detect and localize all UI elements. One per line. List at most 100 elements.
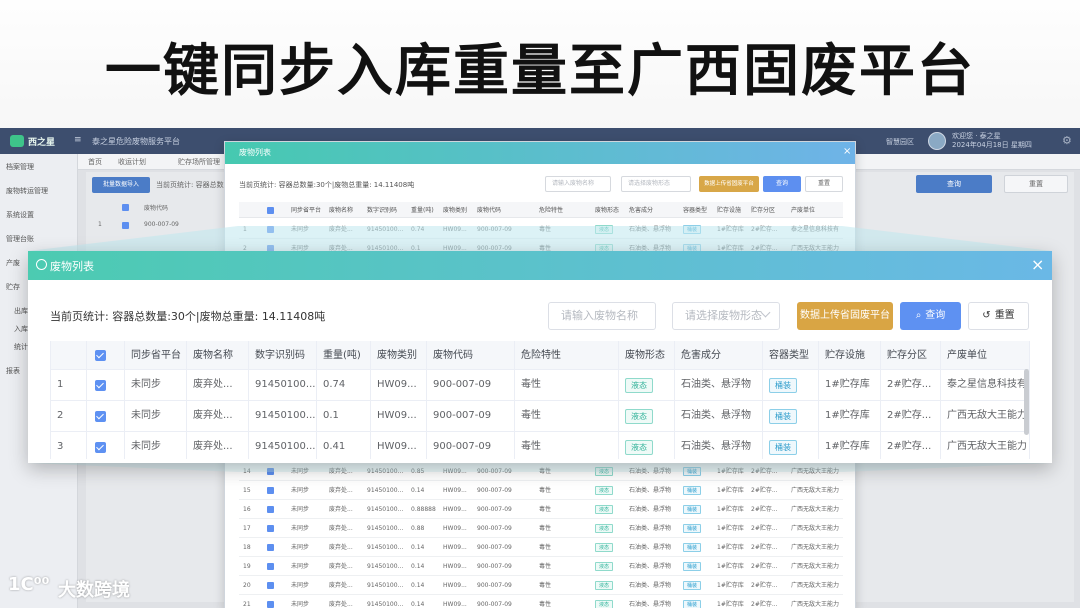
close-icon[interactable]: × [843,146,851,157]
topbar-link[interactable]: 智慧园区 [886,137,914,147]
row-checkbox[interactable] [267,601,274,608]
table-row[interactable]: 3 未同步 废弃处... 91450100... 0.41 HW09... 900-007-… [51,432,1029,459]
cell-cat: HW09... [371,432,427,459]
column-header-component[interactable]: 危害成分 [675,341,763,369]
gear-icon[interactable]: ⚙ [1062,134,1072,147]
row-checkbox[interactable] [95,442,106,453]
row-checkbox[interactable] [267,563,274,570]
table-row[interactable]: 14 未同步 废弃处... 91450100... 0.85 HW09... 900-007… [239,462,843,481]
table-row[interactable]: 1 900-007-09 [92,220,222,234]
table-row[interactable]: 21 未同步 废弃处... 91450100... 0.14 HW09... 900-007… [239,595,843,608]
reset-button[interactable]: 重置 [805,176,843,192]
waste-name-input[interactable]: 请输入废物名称 [548,302,656,330]
table-header: 废物代码 [92,202,222,216]
column-header-code[interactable]: 数字识别码 [249,341,317,369]
cell-hazard: 毒性 [515,370,619,400]
form-tag: 液态 [595,486,614,495]
row-checkbox[interactable] [267,525,274,532]
sidebar-item[interactable]: 产废 [6,258,20,268]
waste-form-select[interactable]: 请选择废物形态 [621,176,691,192]
cell-cat: HW09... [443,582,467,589]
column-header-name[interactable]: 废物名称 [187,341,249,369]
column-header-category[interactable]: 废物类别 [371,341,427,369]
system-name: 泰之星危险废物服务平台 [92,137,180,146]
query-button[interactable]: ⌕ 查询 [900,302,961,330]
sidebar-item[interactable]: 出库 [14,306,28,316]
container-tag: 桶装 [683,543,702,552]
batch-import-button[interactable]: 批量数据导入 [92,177,150,193]
column-header-facility[interactable]: 贮存设施 [819,341,881,369]
row-checkbox[interactable] [267,506,274,513]
row-checkbox[interactable] [267,468,274,475]
cell-unit: 广西无敌大王能力 [791,582,840,589]
menu-collapse-icon[interactable]: ≡ [74,135,82,145]
cell-zone: 2#贮存... [751,226,778,233]
cell-sync: 未同步 [291,525,310,532]
scrollbar[interactable] [1024,369,1029,435]
sidebar-item[interactable]: 报表 [6,366,20,376]
row-checkbox[interactable] [267,487,274,494]
close-icon[interactable]: × [1031,255,1044,274]
column-header-sync[interactable]: 同步省平台 [125,341,187,369]
table-row[interactable]: 1 未同步 废弃处... 91450100... 0.74 HW09... 900-007-… [51,370,1029,401]
sidebar-item[interactable]: 贮存 [6,282,20,292]
column-header-container[interactable]: 容器类型 [763,341,819,369]
table-row[interactable]: 17 未同步 废弃处... 91450100... 0.88 HW09... 900-007… [239,519,843,538]
table-row[interactable]: 16 未同步 废弃处... 91450100... 0.88888 HW09... 900-… [239,500,843,519]
row-checkbox[interactable] [95,411,106,422]
row-checkbox[interactable] [267,226,274,233]
row-checkbox[interactable] [122,222,129,229]
cell-hazard: 毒性 [539,525,552,532]
sidebar-item[interactable]: 系统设置 [6,210,34,220]
upload-province-button[interactable]: 数据上传省固废平台 [699,176,759,192]
row-checkbox[interactable] [267,544,274,551]
sidebar-item[interactable]: 入库 [14,324,28,334]
select-all-checkbox[interactable] [122,204,129,211]
cell-unit: 广西无敌大王能力 [791,487,840,494]
sidebar-item[interactable]: 档案管理 [6,162,34,172]
table-row[interactable]: 20 未同步 废弃处... 91450100... 0.14 HW09... 900-007… [239,576,843,595]
reset-button[interactable]: ↺ 重置 [968,302,1029,330]
tab-plan[interactable]: 收运计划 [118,157,146,167]
table-row[interactable]: 15 未同步 废弃处... 91450100... 0.14 HW09... 900-007… [239,481,843,500]
waste-name-input[interactable]: 请输入废物名称 [545,176,611,192]
cell-code: 91450100... [367,601,404,608]
row-checkbox[interactable] [267,582,274,589]
tab-storage[interactable]: 贮存场所管理 [178,157,220,167]
select-all-checkbox[interactable] [95,350,106,361]
upload-province-button[interactable]: 数据上传省固废平台 [797,302,893,330]
select-all-checkbox[interactable] [267,207,274,214]
column-header-weight[interactable]: 重量(吨) [317,341,371,369]
cell-fac: 1#贮存库 [717,544,744,551]
reset-button[interactable]: 重置 [1004,175,1068,193]
cell-checkbox [87,401,125,431]
avatar[interactable] [928,132,946,150]
column-header-form[interactable]: 废物形态 [619,341,675,369]
cell-weight: 0.14 [411,563,425,570]
user-line-1: 欢迎您 · 泰之星 [952,132,1001,140]
table-row[interactable]: 18 未同步 废弃处... 91450100... 0.14 HW09... 900-007… [239,538,843,557]
sidebar-item[interactable]: 统计 [14,342,28,352]
cell-code: 91450100... [249,401,317,431]
row-checkbox[interactable] [95,380,106,391]
cell-cat: HW09... [371,401,427,431]
column-header-hazard[interactable]: 危险特性 [515,341,619,369]
cell-wcode: 900-007-09 [477,487,512,494]
column-header-zone[interactable]: 贮存分区 [881,341,941,369]
tab-home[interactable]: 首页 [88,157,102,167]
cell-hazard: 毒性 [515,432,619,459]
cell-weight: 0.14 [411,601,425,608]
table-row[interactable]: 2 未同步 废弃处... 91450100... 0.1 HW09... 900-007-0… [51,401,1029,432]
cell-sync: 未同步 [291,582,310,589]
sidebar-item[interactable]: 废物转运管理 [6,186,48,196]
table-row[interactable]: 19 未同步 废弃处... 91450100... 0.14 HW09... 900-007… [239,557,843,576]
query-button[interactable]: 查询 [916,175,992,193]
query-button[interactable]: 查询 [763,176,801,192]
cell-zone: 2#贮存... [751,468,778,475]
cell-comp: 石油类、悬浮物 [675,432,763,459]
column-header-unit[interactable]: 产废单位 [941,341,1029,369]
sidebar-item[interactable]: 管理台账 [6,234,34,244]
column-header-waste-code[interactable]: 废物代码 [427,341,515,369]
table-row[interactable]: 1 未同步 废弃处... 91450100... 0.74 HW09... 900-007-… [239,220,843,239]
cell-name: 废弃处... [329,563,353,570]
